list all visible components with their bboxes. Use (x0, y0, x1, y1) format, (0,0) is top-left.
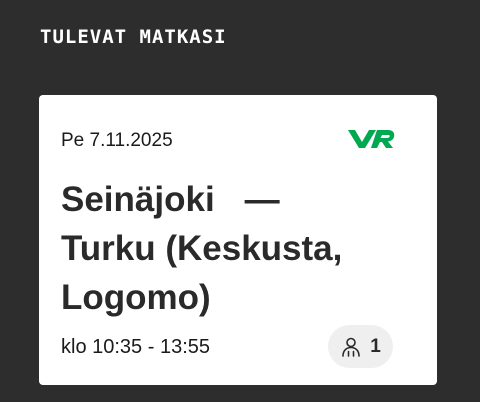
trip-time: klo 10:35 - 13:55 (61, 336, 210, 358)
vr-logo (347, 128, 395, 150)
passenger-count-badge[interactable]: 1 (328, 325, 393, 368)
passenger-count: 1 (370, 335, 381, 357)
section-title: TULEVAT MATKASI (40, 26, 227, 48)
trip-date: Pe 7.11.2025 (61, 130, 173, 151)
passenger-icon (340, 336, 362, 358)
route-title: Seinäjoki — Turku (Keskusta, Logomo) (61, 175, 401, 322)
route-destination-line2: Logomo) (61, 278, 211, 317)
route-destination-line1: Turku (Keskusta, (61, 229, 343, 268)
route-origin: Seinäjoki (61, 180, 215, 219)
route-separator: — (244, 180, 280, 219)
trip-card[interactable]: Pe 7.11.2025 Seinäjoki — Turku (Keskusta,… (39, 95, 437, 385)
page: { "section": { "title": "TULEVAT MATKASI… (0, 0, 480, 402)
